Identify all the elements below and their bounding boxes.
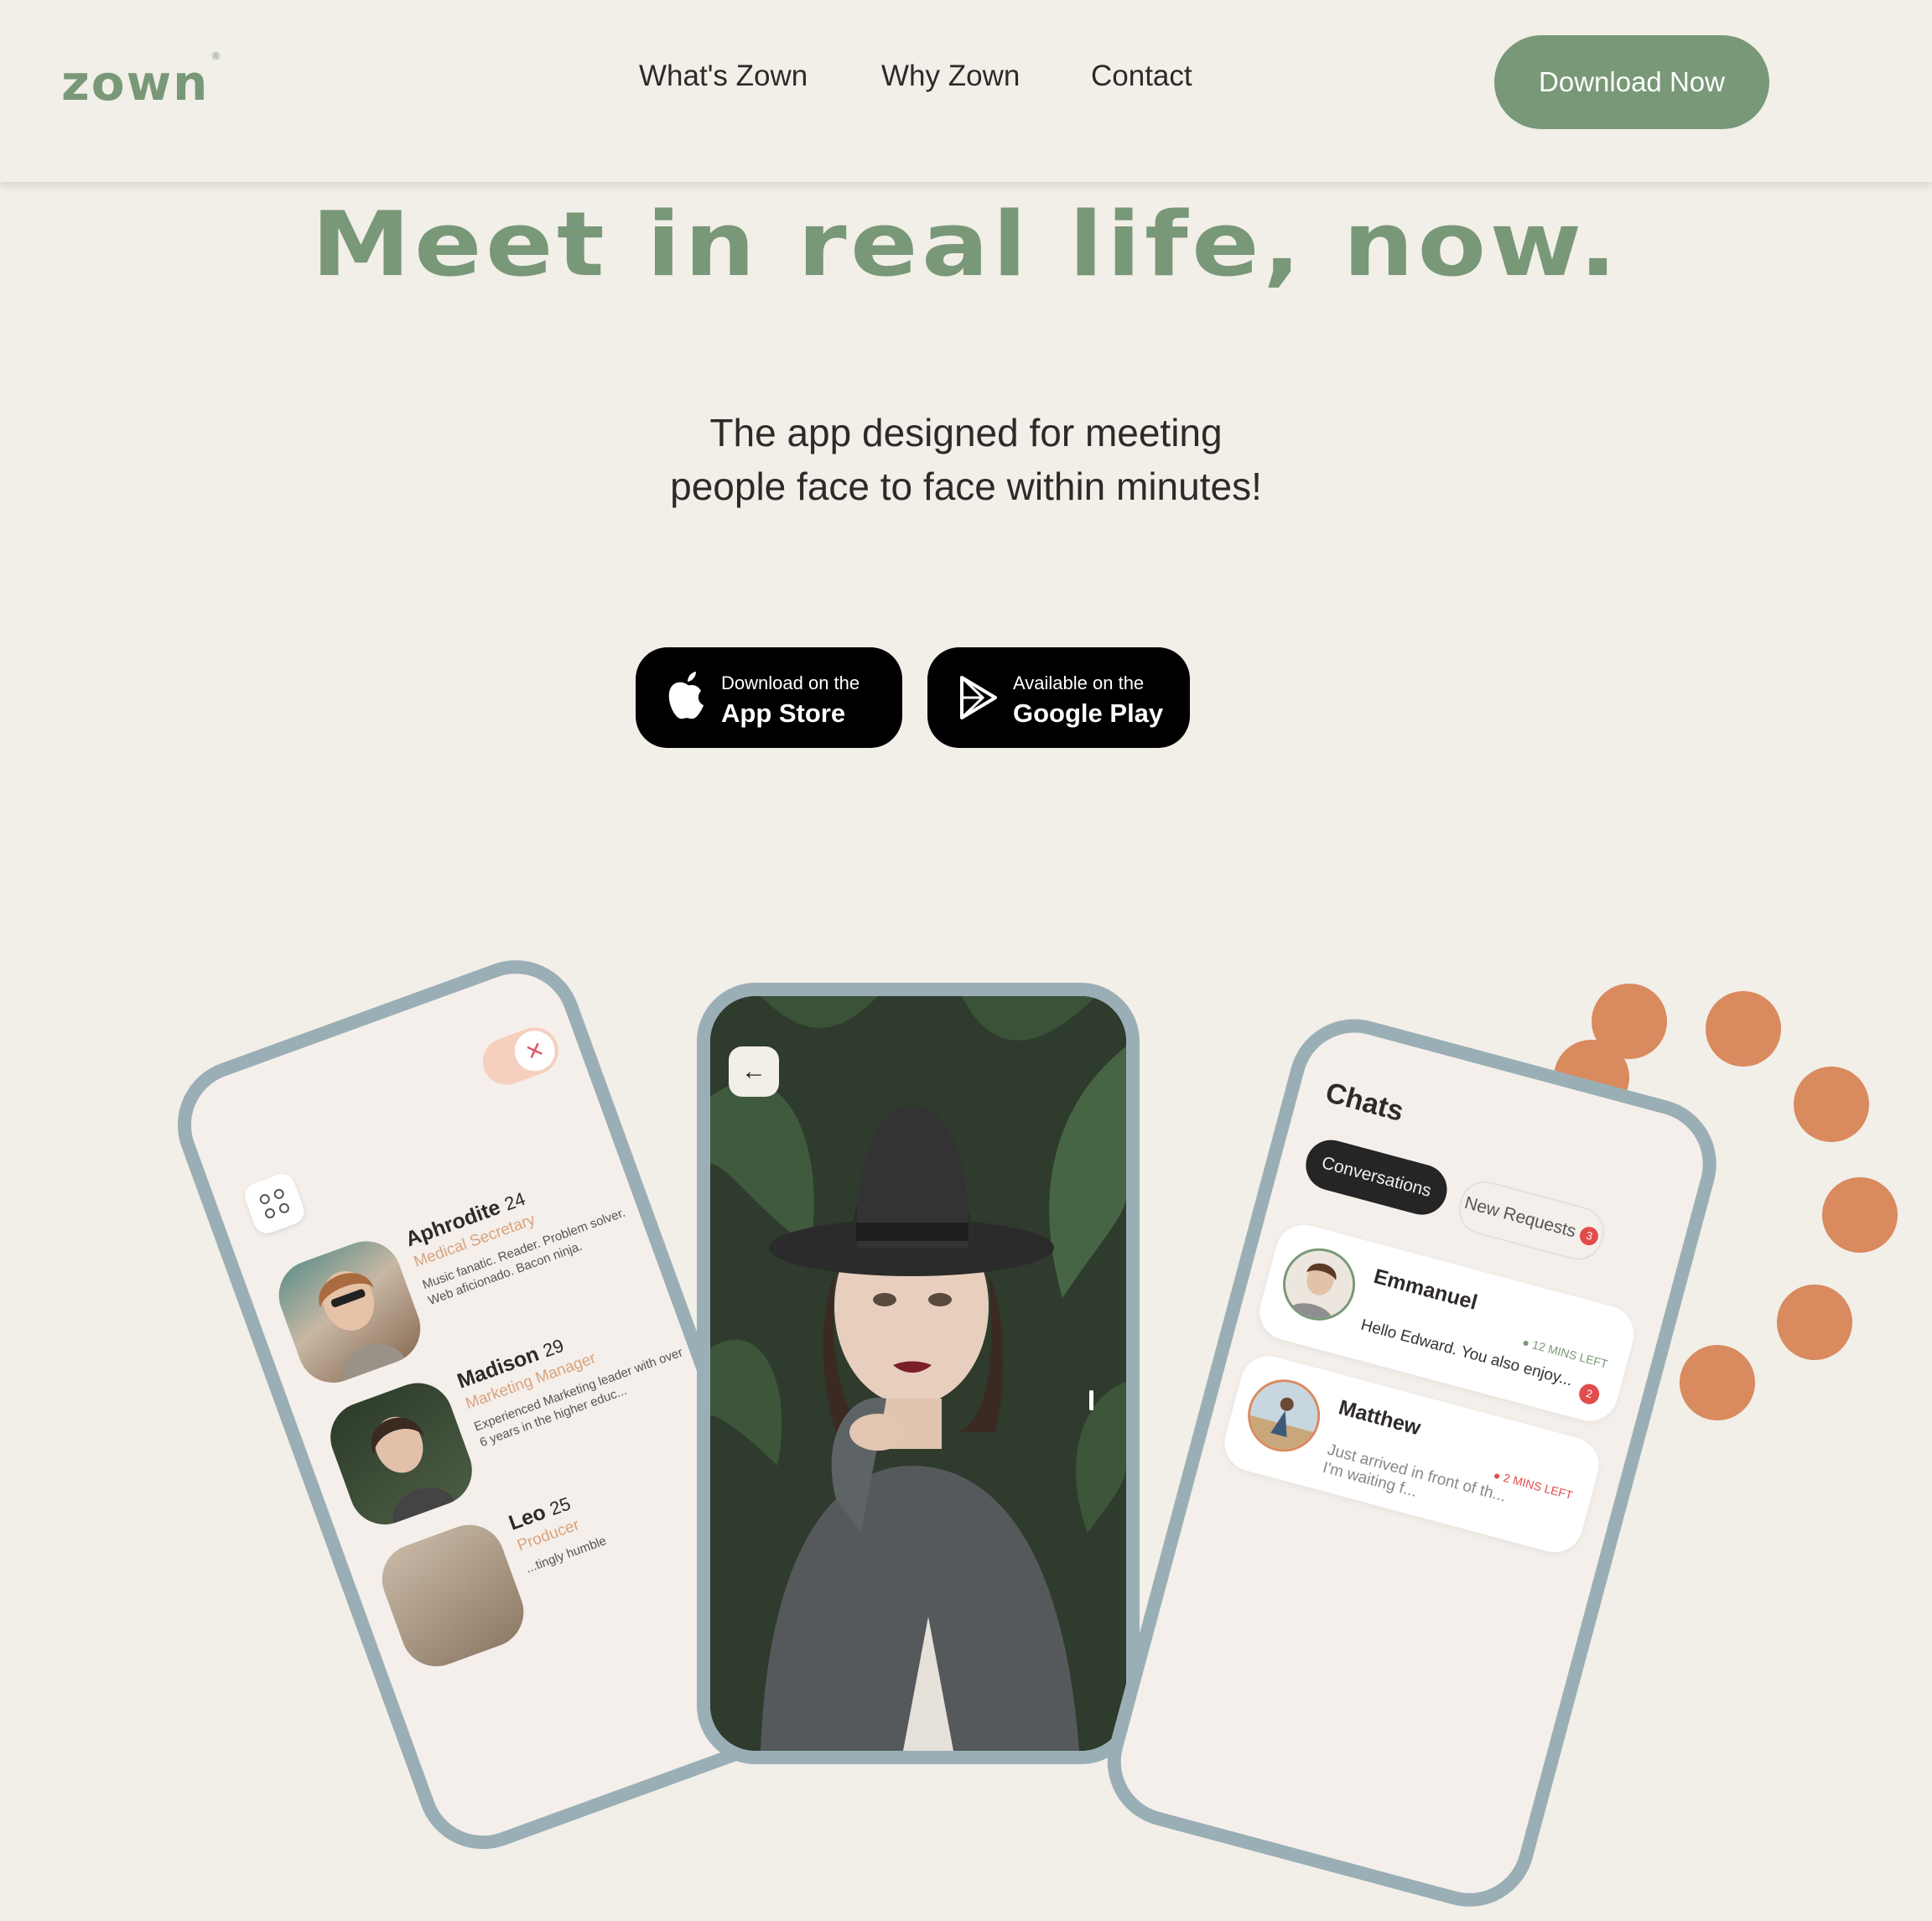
visibility-toggle[interactable]: ✕ — [476, 1020, 565, 1092]
site-header: zown ® What's Zown Why Zown Contact Downl… — [0, 0, 1932, 182]
decorative-dot — [1822, 1177, 1898, 1253]
decorative-dot — [1706, 991, 1781, 1067]
google-play-icon — [960, 676, 997, 719]
chat-name: Emmanuel — [1371, 1264, 1480, 1315]
decorative-dot — [1794, 1067, 1869, 1142]
decorative-dot — [1777, 1285, 1852, 1360]
profile-portrait — [710, 996, 1126, 1751]
hero-subtitle-line-1: The app designed for meeting — [709, 411, 1223, 454]
tab-new-requests-label: New Requests — [1462, 1192, 1578, 1242]
google-play-label: Google Play — [1013, 698, 1164, 728]
profile-photo — [371, 1514, 534, 1677]
requests-badge: 3 — [1577, 1224, 1601, 1248]
profile-photo — [268, 1231, 431, 1393]
tab-new-requests[interactable]: New Requests 3 — [1453, 1176, 1610, 1266]
app-store-caption: Download on the — [721, 672, 860, 693]
nav-link-contact[interactable]: Contact — [1091, 60, 1192, 93]
profile-photo — [320, 1373, 482, 1534]
chat-preview: Just arrived in front of th... I'm waiti… — [1321, 1441, 1508, 1524]
avatar — [1275, 1240, 1363, 1329]
hero-subtitle-line-2: people face to face within minutes! — [670, 465, 1262, 508]
download-now-button[interactable]: Download Now — [1494, 35, 1769, 129]
zown-logo[interactable]: zown ® — [61, 51, 222, 107]
phone-mockup-chats: Chats Conversations New Requests 3 Emmanu… — [1093, 1005, 1732, 1921]
chat-name: Matthew — [1336, 1395, 1424, 1441]
back-arrow-icon[interactable]: ← — [729, 1046, 779, 1097]
tab-conversations[interactable]: Conversations — [1300, 1134, 1453, 1221]
chats-title: Chats — [1322, 1076, 1407, 1128]
nav-link-why-zown[interactable]: Why Zown — [881, 60, 1020, 93]
decorative-dot — [1680, 1345, 1755, 1420]
hero-headline: Meet in real life, now. — [311, 193, 1621, 296]
grid-icon[interactable] — [241, 1170, 309, 1238]
app-store-button[interactable]: Download on the App Store — [636, 647, 902, 748]
avatar — [1239, 1371, 1328, 1460]
phone-mockup-photo: ← — [697, 983, 1140, 1764]
hero-subtitle: The app designed for meeting people face… — [547, 406, 1385, 513]
app-store-label: App Store — [721, 698, 846, 728]
nav-link-whats-zown[interactable]: What's Zown — [639, 60, 808, 93]
apple-icon — [668, 672, 704, 719]
google-play-button[interactable]: Available on the Google Play — [927, 647, 1190, 748]
eye-off-icon: ✕ — [508, 1025, 561, 1077]
unread-badge: 2 — [1576, 1381, 1602, 1407]
google-play-caption: Available on the — [1013, 672, 1145, 693]
